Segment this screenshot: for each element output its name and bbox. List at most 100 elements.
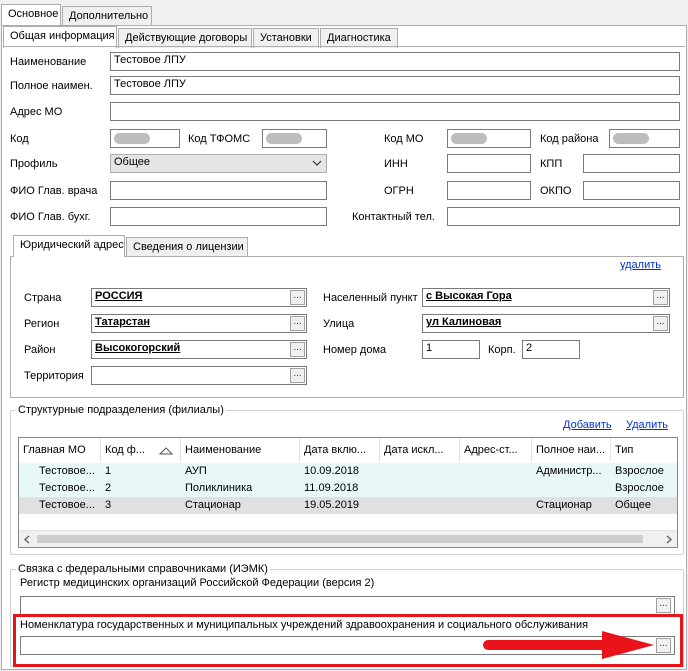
territory-ellipsis-button[interactable]: ...	[290, 368, 305, 383]
tab-main[interactable]: Основное	[1, 4, 61, 26]
tab-main-label: Основное	[8, 8, 59, 20]
table-cell: 11.09.2018	[304, 482, 359, 494]
sort-ascending-icon	[159, 447, 173, 455]
tab-additional[interactable]: Дополнительно	[62, 6, 152, 26]
branches-add-link[interactable]: Добавить	[563, 419, 612, 431]
table-cell: Взрослое	[615, 482, 664, 494]
table-cell: 10.09.2018	[304, 465, 360, 477]
table-cell: 1	[105, 465, 112, 477]
column-header[interactable]: Адрес-ст...	[460, 438, 532, 462]
address-delete-link[interactable]: удалить	[620, 259, 661, 271]
locality-input[interactable]: с Высокая Гора	[422, 288, 670, 307]
table-cell	[380, 463, 460, 480]
region-input[interactable]: Татарстан	[91, 314, 307, 333]
scrollbar-thumb[interactable]	[37, 535, 643, 543]
country-ellipsis-button[interactable]: ...	[290, 290, 305, 305]
register-ellipsis-button[interactable]: ...	[656, 598, 671, 613]
table-cell	[460, 463, 532, 480]
tfoms-input[interactable]	[262, 129, 327, 148]
street-ellipsis-button[interactable]: ...	[653, 316, 668, 331]
column-header-label: Код ф...	[105, 444, 145, 456]
phone-input[interactable]	[447, 207, 680, 226]
head-doctor-input[interactable]	[110, 181, 327, 200]
column-header[interactable]: Дата искл...	[380, 438, 460, 462]
table-row[interactable]: Тестовое... 3 Стационар 19.05.2019 Стаци…	[19, 497, 677, 514]
area-input[interactable]: Высокогорский	[91, 340, 307, 359]
district-code-input[interactable]	[609, 129, 680, 148]
column-header[interactable]: Тип	[611, 438, 677, 462]
ogrn-label: ОГРН	[384, 185, 414, 197]
column-header[interactable]: Полное наи...	[532, 438, 611, 462]
table-cell	[380, 480, 460, 497]
nomenclature-ellipsis-button[interactable]: ...	[656, 638, 671, 653]
redacted-value	[266, 133, 302, 144]
redacted-value	[613, 133, 649, 144]
column-header[interactable]: Код ф...	[101, 438, 181, 462]
fullname-label: Полное наимен.	[10, 80, 93, 92]
column-header[interactable]: Дата вклю...	[300, 438, 380, 462]
address-tab-divider	[125, 256, 684, 257]
table-cell: Стационар	[536, 499, 592, 511]
locality-label: Населенный пункт	[323, 292, 418, 304]
table-row[interactable]: Тестовое... 1 АУП 10.09.2018 Администр..…	[19, 463, 677, 480]
code-input[interactable]	[110, 129, 180, 148]
table-cell	[532, 480, 611, 497]
profile-select[interactable]: Общее	[110, 154, 327, 173]
head-accountant-input[interactable]	[110, 207, 327, 226]
country-input[interactable]: РОССИЯ	[91, 288, 307, 307]
chevron-down-icon	[312, 160, 322, 166]
table-cell: Стационар	[185, 499, 241, 511]
territory-input[interactable]	[91, 366, 307, 385]
kpp-input[interactable]	[583, 154, 680, 173]
table-cell: Поликлиника	[185, 482, 253, 494]
branches-table[interactable]: Главная МО Код ф... Наименование Дата вк…	[18, 437, 678, 548]
arrow-right-icon	[483, 631, 654, 659]
okpo-label: ОКПО	[540, 185, 572, 197]
table-cell	[460, 480, 532, 497]
scroll-left-icon[interactable]	[23, 535, 31, 544]
table-cell: Тестовое...	[39, 465, 95, 477]
tab-settings[interactable]: Установки	[253, 28, 319, 48]
tab-license-info[interactable]: Сведения о лицензии	[126, 237, 248, 257]
register-input[interactable]	[20, 596, 675, 615]
scroll-right-icon[interactable]	[665, 535, 673, 544]
area-label: Район	[24, 344, 56, 356]
country-label: Страна	[24, 292, 62, 304]
street-label: Улица	[323, 318, 355, 330]
house-input[interactable]: 1	[422, 340, 480, 359]
area-ellipsis-button[interactable]: ...	[290, 342, 305, 357]
table-cell: АУП	[185, 465, 207, 477]
address-mo-input[interactable]	[110, 102, 680, 121]
region-ellipsis-button[interactable]: ...	[290, 316, 305, 331]
inn-input[interactable]	[447, 154, 531, 173]
street-input[interactable]: ул Калиновая	[422, 314, 670, 333]
branches-delete-link[interactable]: Удалить	[626, 419, 668, 431]
table-cell: 2	[105, 482, 112, 494]
name-label: Наименование	[10, 56, 87, 68]
address-tab-divider-left	[10, 256, 13, 257]
table-row[interactable]: Тестовое... 2 Поликлиника 11.09.2018 Взр…	[19, 480, 677, 497]
tab-settings-label: Установки	[260, 32, 312, 44]
ogrn-input[interactable]	[447, 181, 531, 200]
table-cell: Взрослое	[615, 465, 664, 477]
name-input[interactable]: Тестовое ЛПУ	[110, 52, 680, 71]
column-header[interactable]: Главная МО	[19, 438, 101, 462]
region-label: Регион	[24, 318, 60, 330]
mo-code-input[interactable]	[447, 129, 531, 148]
table-cell: Тестовое...	[39, 482, 95, 494]
head-doctor-label: ФИО Глав. врача	[10, 185, 98, 197]
fullname-input[interactable]: Тестовое ЛПУ	[110, 76, 680, 95]
building-input[interactable]: 2	[522, 340, 580, 359]
table-cell	[380, 497, 460, 514]
tab-diagnostics[interactable]: Диагностика	[320, 28, 398, 48]
house-label: Номер дома	[323, 344, 387, 356]
register-label: Регистр медицинских организаций Российск…	[20, 577, 375, 589]
territory-label: Территория	[24, 370, 84, 382]
horizontal-scrollbar[interactable]	[19, 530, 677, 547]
tab-contracts[interactable]: Действующие договоры	[118, 28, 252, 48]
tab-general-info[interactable]: Общая информация	[3, 26, 117, 48]
column-header[interactable]: Наименование	[181, 438, 300, 462]
okpo-input[interactable]	[583, 181, 680, 200]
tab-legal-address[interactable]: Юридический адрес	[13, 235, 125, 257]
locality-ellipsis-button[interactable]: ...	[653, 290, 668, 305]
